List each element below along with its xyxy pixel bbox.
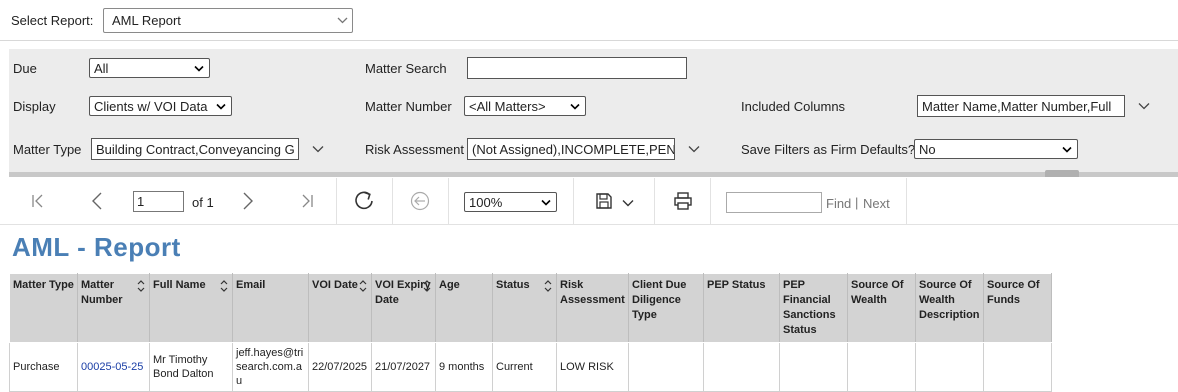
cell-status: Current bbox=[492, 342, 557, 392]
refresh-icon[interactable] bbox=[352, 189, 376, 213]
toolbar-separator bbox=[392, 178, 393, 225]
column-header: Matter Type bbox=[9, 273, 78, 343]
column-header[interactable]: Status bbox=[492, 273, 557, 343]
risk-assessment-label: Risk Assessment bbox=[365, 142, 464, 157]
sort-icon bbox=[423, 280, 431, 292]
print-icon[interactable] bbox=[672, 190, 694, 212]
save-filters-label: Save Filters as Firm Defaults? bbox=[741, 142, 916, 157]
save-filters-value: No bbox=[919, 141, 936, 157]
display-label: Display bbox=[13, 99, 56, 114]
chevron-down-icon bbox=[569, 100, 581, 112]
matter-search-input[interactable] bbox=[467, 57, 687, 79]
column-header[interactable]: VOI Date bbox=[308, 273, 372, 343]
first-page-icon[interactable] bbox=[29, 192, 47, 210]
column-header[interactable]: Full Name bbox=[149, 273, 233, 343]
column-header: Source Of Wealth Description bbox=[915, 273, 984, 343]
column-header: PEP Status bbox=[703, 273, 780, 343]
find-link[interactable]: Find bbox=[826, 196, 851, 211]
column-header: Source Of Funds bbox=[983, 273, 1052, 343]
next-link[interactable]: Next bbox=[863, 196, 890, 211]
save-filters-dropdown[interactable]: No bbox=[914, 139, 1078, 159]
matter-type-label: Matter Type bbox=[13, 142, 82, 157]
display-value: Clients w/ VOI Data bbox=[94, 98, 208, 114]
select-report-label: Select Report: bbox=[11, 13, 94, 28]
cell-age: 9 months bbox=[435, 342, 493, 392]
collapse-filters-handle[interactable] bbox=[1045, 170, 1079, 180]
matter-number-link[interactable]: 00025-05-25 bbox=[77, 342, 150, 392]
display-dropdown[interactable]: Clients w/ VOI Data bbox=[89, 96, 232, 116]
find-divider: | bbox=[855, 195, 859, 210]
cell-source-of-wealth bbox=[847, 342, 916, 392]
cell-matter-type: Purchase bbox=[9, 342, 78, 392]
matter-type-field[interactable]: Building Contract,Conveyancing G bbox=[91, 138, 299, 160]
zoom-dropdown[interactable]: 100% bbox=[464, 192, 557, 212]
toolbar-separator bbox=[336, 178, 337, 225]
next-page-icon[interactable] bbox=[239, 191, 257, 211]
column-header[interactable]: Matter Number bbox=[77, 273, 150, 343]
cell-source-of-wealth-description bbox=[915, 342, 984, 392]
column-header[interactable]: VOI Expiry Date bbox=[371, 273, 436, 343]
chevron-down-icon bbox=[336, 15, 348, 27]
cell-voi-date: 22/07/2025 bbox=[308, 342, 372, 392]
chevron-down-icon bbox=[215, 100, 227, 112]
included-columns-dropdown-icon[interactable] bbox=[1137, 100, 1151, 112]
cell-email: jeff.hayes@trisearch.com.au bbox=[232, 342, 309, 392]
sort-icon bbox=[544, 280, 552, 292]
cell-voi-expiry-date: 21/07/2027 bbox=[371, 342, 436, 392]
matter-number-label: Matter Number bbox=[365, 99, 452, 114]
chevron-down-icon bbox=[193, 62, 205, 74]
toolbar-separator bbox=[654, 178, 655, 225]
due-dropdown[interactable]: All bbox=[89, 58, 210, 78]
table-row: Purchase 00025-05-25 Mr Timothy Bond Dal… bbox=[9, 342, 1052, 392]
due-label: Due bbox=[13, 61, 37, 76]
column-header: Source Of Wealth bbox=[847, 273, 916, 343]
risk-assessment-dropdown-icon[interactable] bbox=[687, 143, 701, 155]
toolbar-separator bbox=[573, 178, 574, 225]
cell-full-name: Mr Timothy Bond Dalton bbox=[149, 342, 233, 392]
cell-risk-assessment: LOW RISK bbox=[556, 342, 629, 392]
toolbar-separator bbox=[906, 178, 907, 225]
page-count-label: of 1 bbox=[192, 195, 214, 210]
cell-client-due-diligence-type bbox=[628, 342, 704, 392]
zoom-value: 100% bbox=[469, 194, 503, 210]
report-table: Matter Type Matter Number Full Name Emai… bbox=[9, 273, 1052, 392]
sort-icon bbox=[359, 280, 367, 292]
sort-icon bbox=[137, 280, 145, 292]
table-header-row: Matter Type Matter Number Full Name Emai… bbox=[9, 273, 1052, 343]
cell-source-of-funds bbox=[983, 342, 1052, 392]
column-header: Age bbox=[435, 273, 493, 343]
matter-search-label: Matter Search bbox=[365, 61, 447, 76]
column-header: Email bbox=[232, 273, 309, 343]
matter-number-value: <All Matters> bbox=[469, 98, 546, 114]
column-header: Client Due Diligence Type bbox=[628, 273, 704, 343]
back-to-parent-icon[interactable] bbox=[409, 190, 431, 212]
filters-panel-border bbox=[9, 172, 1178, 177]
risk-assessment-field[interactable]: (Not Assigned),INCOMPLETE,PEND bbox=[467, 138, 675, 160]
cell-pep-financial-sanctions-status bbox=[779, 342, 848, 392]
chevron-down-icon bbox=[540, 196, 552, 208]
chevron-down-icon bbox=[1061, 143, 1073, 155]
find-input[interactable] bbox=[726, 192, 822, 213]
included-columns-label: Included Columns bbox=[741, 99, 846, 114]
export-dropdown-icon[interactable] bbox=[621, 197, 635, 209]
toolbar-separator bbox=[448, 178, 449, 225]
included-columns-field[interactable]: Matter Name,Matter Number,Full bbox=[917, 95, 1125, 117]
last-page-icon[interactable] bbox=[298, 192, 316, 210]
toolbar-separator bbox=[710, 178, 711, 225]
cell-pep-status bbox=[703, 342, 780, 392]
column-header: PEP Financial Sanctions Status bbox=[779, 273, 848, 343]
page-number-input[interactable]: 1 bbox=[133, 191, 184, 212]
column-header: Risk Assessment bbox=[556, 273, 629, 343]
select-report-dropdown[interactable]: AML Report bbox=[103, 8, 353, 33]
matter-number-dropdown[interactable]: <All Matters> bbox=[464, 96, 586, 116]
previous-page-icon[interactable] bbox=[88, 191, 106, 211]
due-value: All bbox=[94, 60, 109, 76]
save-icon[interactable] bbox=[594, 191, 614, 211]
select-report-value: AML Report bbox=[112, 13, 181, 28]
sort-icon bbox=[220, 280, 228, 292]
report-title: AML - Report bbox=[12, 232, 181, 262]
matter-type-dropdown-icon[interactable] bbox=[311, 143, 325, 155]
